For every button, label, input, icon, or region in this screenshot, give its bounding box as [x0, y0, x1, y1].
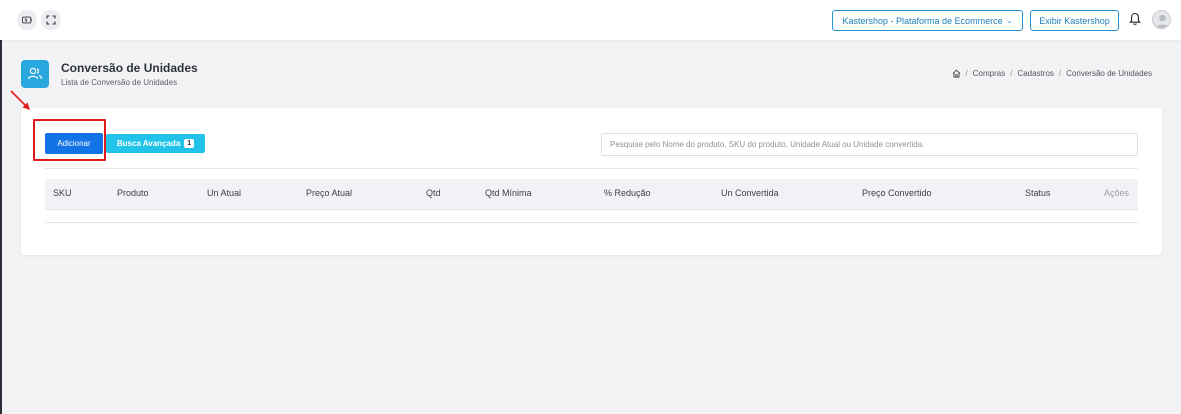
column-header-un-atual[interactable]: Un Atual: [207, 188, 241, 198]
column-header-status[interactable]: Status: [1025, 188, 1051, 198]
column-header-produto[interactable]: Produto: [117, 188, 149, 198]
table-bottom-divider: [45, 222, 1138, 223]
home-icon[interactable]: [952, 69, 961, 78]
breadcrumb-item-compras[interactable]: Compras: [973, 69, 1005, 78]
breadcrumb: / Compras / Cadastros / Conversão de Uni…: [952, 69, 1152, 78]
search-input[interactable]: [601, 133, 1138, 156]
avatar[interactable]: [1152, 10, 1171, 29]
divider: [45, 168, 1138, 169]
advanced-search-label: Busca Avançada: [116, 139, 181, 148]
fullscreen-icon[interactable]: [41, 10, 61, 30]
column-header-sku[interactable]: SKU: [53, 188, 72, 198]
column-header-reducao[interactable]: % Redução: [604, 188, 651, 198]
breadcrumb-item-current: Conversão de Unidades: [1066, 69, 1152, 78]
column-header-un-convertida[interactable]: Un Convertida: [721, 188, 779, 198]
top-navbar: Kastershop - Plataforma de Ecommerce ⌄ E…: [0, 0, 1181, 40]
users-icon: [21, 60, 49, 88]
store-selector-dropdown[interactable]: Kastershop - Plataforma de Ecommerce ⌄: [832, 10, 1023, 31]
store-selector-label: Kastershop - Plataforma de Ecommerce: [842, 15, 1003, 26]
filter-count-badge: 1: [184, 139, 195, 148]
page-subtitle: Lista de Conversão de Unidades: [61, 78, 178, 87]
column-header-qtd[interactable]: Qtd: [426, 188, 441, 198]
battery-icon[interactable]: [17, 10, 37, 30]
highlight-box: [33, 119, 106, 161]
advanced-search-button[interactable]: Busca Avançada 1: [106, 134, 205, 153]
column-header-acoes: Ações: [1104, 188, 1130, 198]
left-edge-bar: [0, 0, 2, 414]
page-title: Conversão de Unidades: [61, 61, 198, 75]
chevron-down-icon: ⌄: [1006, 17, 1013, 25]
column-header-preco-convertido[interactable]: Preço Convertido: [862, 188, 932, 198]
red-arrow-icon: [10, 90, 30, 110]
breadcrumb-item-cadastros[interactable]: Cadastros: [1017, 69, 1053, 78]
bell-icon[interactable]: [1129, 12, 1141, 26]
show-store-button[interactable]: Exibir Kastershop: [1030, 10, 1119, 31]
column-header-preco-atual[interactable]: Preço Atual: [306, 188, 352, 198]
column-header-qtd-minima[interactable]: Qtd Mínima: [485, 188, 532, 198]
